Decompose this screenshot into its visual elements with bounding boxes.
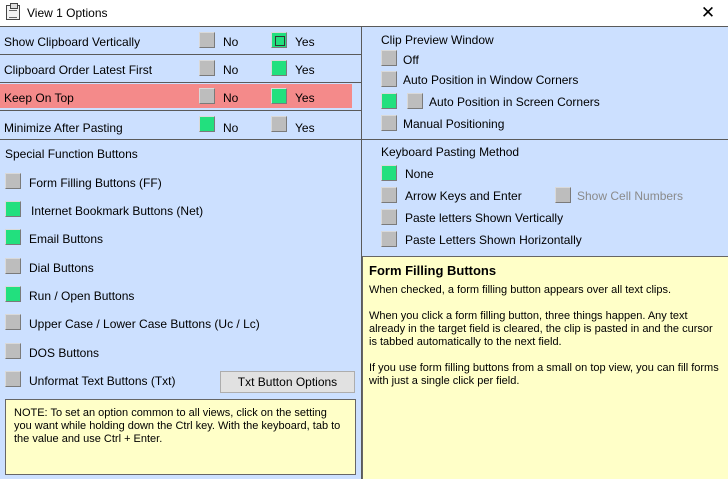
clip-preview-checkbox-off[interactable] (381, 50, 397, 66)
special-label-form-filling: Form Filling Buttons (FF) (29, 176, 162, 190)
clip-preview-label-off: Off (403, 53, 419, 67)
special-label-unformat-text: Unformat Text Buttons (Txt) (29, 374, 176, 388)
special-checkbox-dial[interactable] (5, 258, 21, 274)
option-yes-show-clipboard-vertically[interactable] (271, 32, 287, 48)
option-no-label: No (223, 91, 239, 105)
help-paragraph: If you use form filling buttons from a s… (369, 362, 719, 387)
divider (0, 54, 361, 55)
special-checkbox-run-open[interactable] (5, 286, 21, 302)
help-title: Form Filling Buttons (369, 263, 497, 278)
option-no-label: No (223, 63, 239, 77)
keyboard-label-vertical: Paste letters Shown Vertically (405, 211, 564, 225)
keyboard-checkbox-arrow-keys[interactable] (381, 187, 397, 203)
option-no-keep-on-top[interactable] (199, 88, 215, 104)
divider (0, 110, 361, 111)
window-title: View 1 Options (27, 6, 108, 20)
special-checkbox-upper-lower-case[interactable] (5, 314, 21, 330)
clip-preview-checkbox-manual[interactable] (381, 115, 397, 131)
special-heading: Special Function Buttons (5, 147, 138, 161)
txt-button-options-button[interactable]: Txt Button Options (220, 371, 355, 393)
option-yes-label: Yes (295, 35, 315, 49)
divider (0, 26, 728, 27)
option-yes-label: Yes (295, 121, 315, 135)
option-yes-label: Yes (295, 63, 315, 77)
special-checkbox-dos[interactable] (5, 343, 21, 359)
help-paragraph: When checked, a form filling button appe… (369, 284, 672, 296)
option-no-label: No (223, 121, 239, 135)
special-label-upper-lower-case: Upper Case / Lower Case Buttons (Uc / Lc… (29, 317, 260, 331)
divider (0, 82, 361, 83)
option-label-show-clipboard-vertically: Show Clipboard Vertically (4, 35, 141, 49)
option-no-show-clipboard-vertically[interactable] (199, 32, 215, 48)
special-label-run-open: Run / Open Buttons (29, 289, 135, 303)
keyboard-checkbox-vertical[interactable] (381, 209, 397, 225)
option-yes-keep-on-top[interactable] (271, 88, 287, 104)
option-yes-label: Yes (295, 91, 315, 105)
special-checkbox-internet-bookmark[interactable] (5, 201, 21, 217)
keyboard-heading: Keyboard Pasting Method (381, 145, 520, 159)
special-label-internet-bookmark: Internet Bookmark Buttons (Net) (31, 204, 204, 218)
special-checkbox-form-filling[interactable] (5, 173, 21, 189)
help-panel: Form Filling Buttons When checked, a for… (362, 256, 728, 479)
option-label-clipboard-order: Clipboard Order Latest First (4, 63, 153, 77)
keyboard-checkbox-none[interactable] (381, 165, 397, 181)
clip-preview-label-window-corners: Auto Position in Window Corners (403, 73, 579, 87)
clip-preview-checkbox-window-corners[interactable] (381, 71, 397, 87)
special-label-email: Email Buttons (29, 232, 104, 246)
clipboard-icon (6, 3, 20, 20)
option-yes-minimize-after-pasting[interactable] (271, 116, 287, 132)
keyboard-checkbox-horizontal[interactable] (381, 231, 397, 247)
option-label-keep-on-top: Keep On Top (4, 91, 74, 105)
show-cell-numbers-checkbox[interactable] (555, 187, 571, 203)
option-label-minimize-after-pasting: Minimize After Pasting (4, 121, 123, 135)
option-no-label: No (223, 35, 239, 49)
keyboard-label-arrow-keys: Arrow Keys and Enter (405, 189, 522, 203)
special-checkbox-unformat-text[interactable] (5, 371, 21, 387)
close-icon[interactable]: ✕ (693, 3, 723, 23)
special-checkbox-email[interactable] (5, 229, 21, 245)
title-bar: View 1 Options ✕ (0, 0, 728, 26)
divider (0, 139, 728, 140)
clip-preview-label-manual: Manual Positioning (403, 117, 505, 131)
clip-preview-checkbox-screen-corners[interactable] (381, 93, 397, 109)
keyboard-label-none: None (405, 167, 434, 181)
special-label-dos: DOS Buttons (29, 346, 100, 360)
help-paragraph: When you click a form filling button, th… (369, 310, 713, 348)
option-yes-clipboard-order[interactable] (271, 60, 287, 76)
keyboard-label-horizontal: Paste Letters Shown Horizontally (405, 233, 582, 247)
note-box: NOTE: To set an option common to all vie… (5, 399, 356, 475)
clip-preview-checkbox-screen-corners-sub[interactable] (407, 93, 423, 109)
show-cell-numbers-label: Show Cell Numbers (577, 189, 684, 203)
option-no-minimize-after-pasting[interactable] (199, 116, 215, 132)
special-label-dial: Dial Buttons (29, 261, 94, 275)
option-no-clipboard-order[interactable] (199, 60, 215, 76)
clip-preview-heading: Clip Preview Window (381, 33, 494, 47)
clip-preview-label-screen-corners: Auto Position in Screen Corners (429, 95, 600, 109)
